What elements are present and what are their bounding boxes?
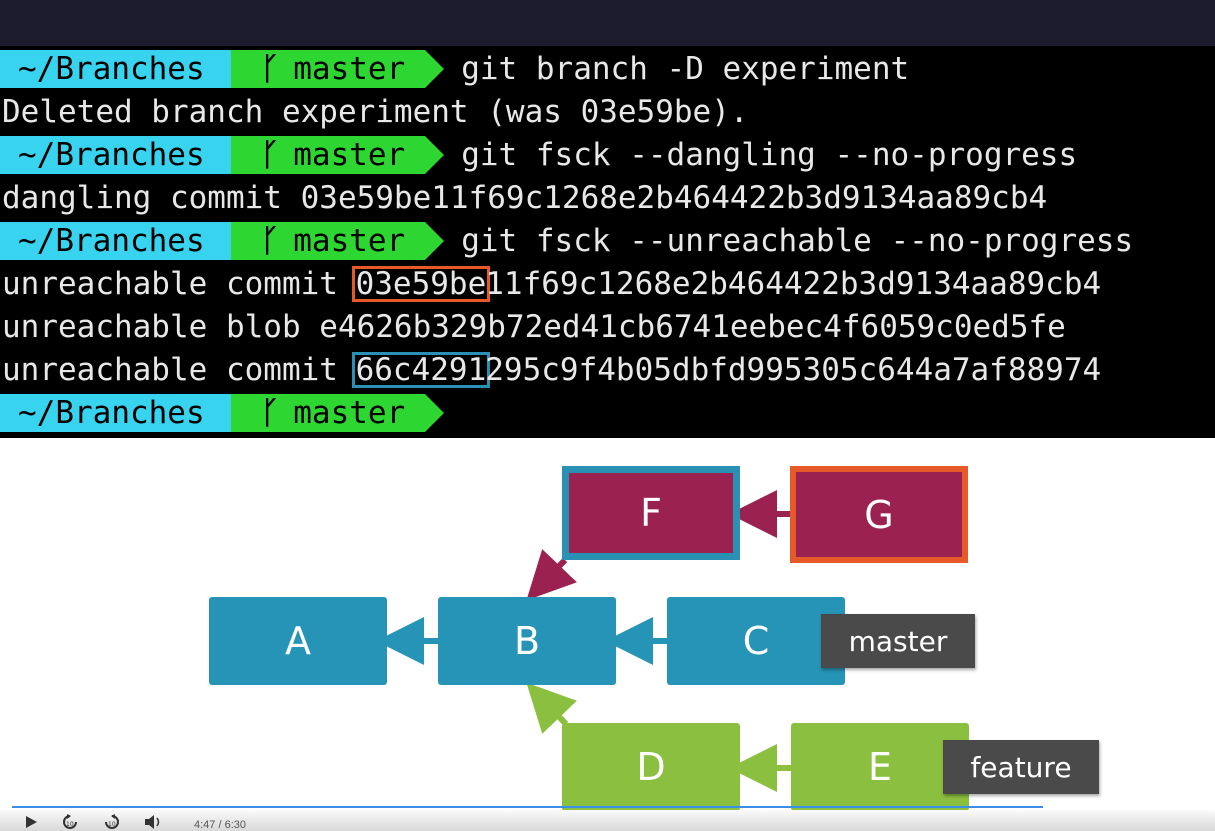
commit-d: D — [562, 723, 740, 811]
commit-g: G — [790, 466, 968, 563]
forward-10-icon[interactable]: 10 — [102, 813, 122, 831]
svg-text:10: 10 — [108, 821, 116, 828]
volume-icon[interactable] — [144, 813, 162, 831]
arrow-f-to-b — [526, 549, 577, 601]
time-display: 4:47 / 6:30 — [194, 819, 246, 831]
commit-b: B — [438, 597, 616, 685]
play-icon[interactable] — [24, 813, 38, 831]
commit-arrows — [376, 490, 791, 792]
arrow-d-to-b — [526, 682, 577, 734]
video-progress-bar[interactable] — [12, 806, 1043, 808]
video-controls: 10 10 4:47 / 6:30 — [0, 810, 1215, 831]
master-branch-tag: master — [821, 614, 975, 668]
commit-c: C — [667, 597, 845, 685]
commit-f: F — [562, 466, 740, 560]
commit-a: A — [209, 597, 387, 685]
feature-branch-tag: feature — [943, 740, 1099, 794]
svg-text:10: 10 — [66, 821, 74, 828]
rewind-10-icon[interactable]: 10 — [60, 813, 80, 831]
